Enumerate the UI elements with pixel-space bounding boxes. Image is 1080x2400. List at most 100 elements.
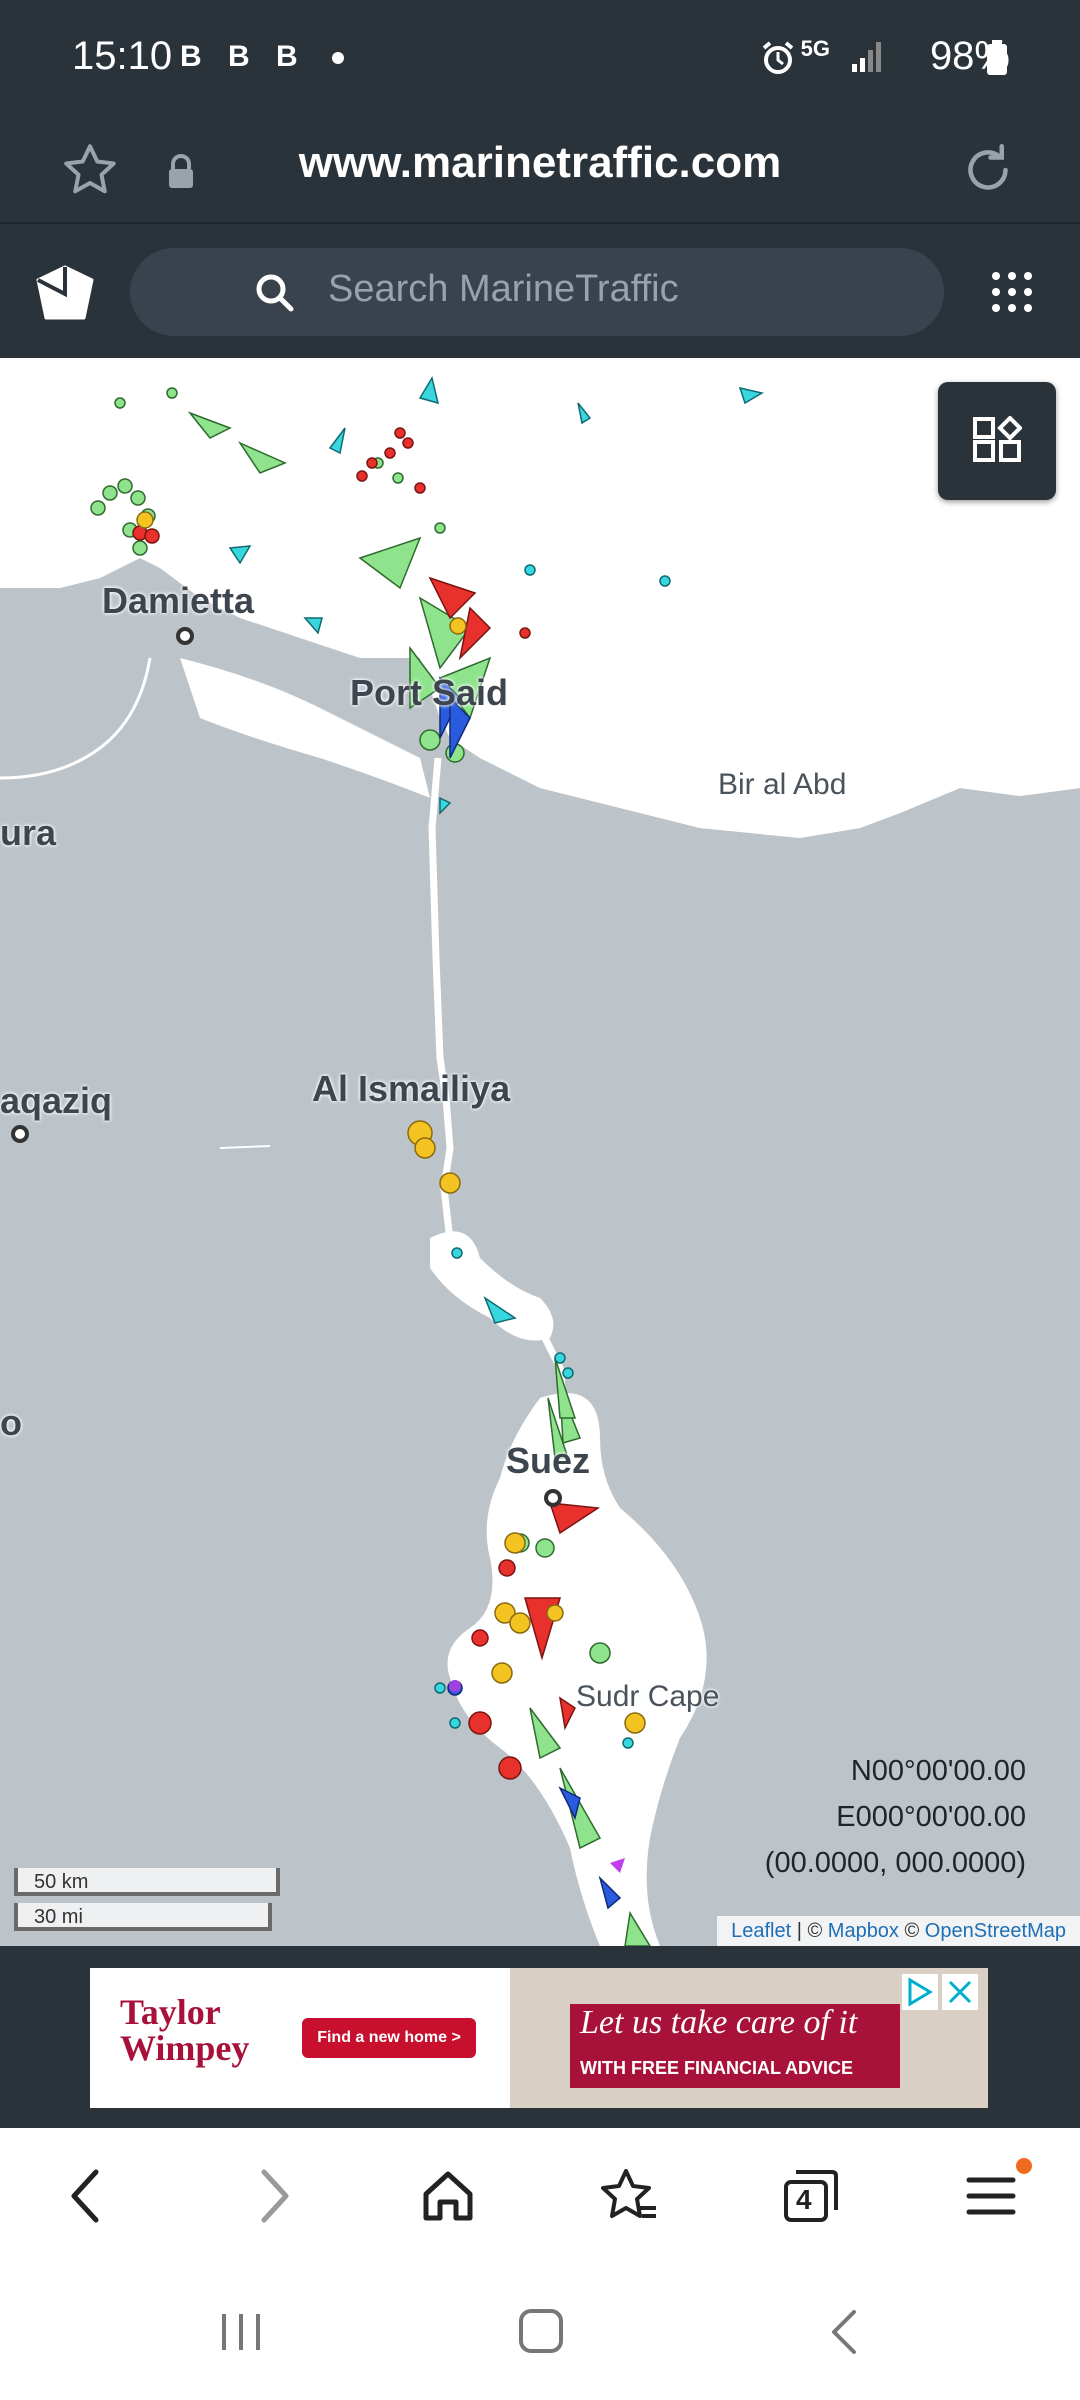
vessel-marker: [414, 482, 426, 494]
apps-grid-icon[interactable]: [990, 270, 1034, 314]
place-label-sudr-cape: Sudr Cape: [576, 1680, 720, 1713]
search-input[interactable]: Search MarineTraffic: [328, 268, 679, 311]
marinetraffic-logo[interactable]: [34, 264, 96, 322]
anchor-marker: [546, 1604, 564, 1622]
decimal-coords: (00.0000, 000.0000): [764, 1847, 1026, 1879]
vessel-marker: [117, 478, 133, 494]
city-dot-damietta: [176, 627, 194, 645]
ad-headline: Let us take care of it: [580, 2004, 858, 2041]
vessel-marker: [449, 1717, 461, 1729]
back-icon[interactable]: [66, 2166, 106, 2226]
system-navigation-bar: [0, 2264, 1080, 2400]
vessel-marker: [356, 470, 368, 482]
vessel-marker: [498, 1756, 522, 1780]
vessel-marker: [102, 485, 118, 501]
vessel-marker: [468, 1711, 492, 1735]
recents-icon[interactable]: [218, 2310, 264, 2354]
url-text[interactable]: www.marinetraffic.com: [0, 138, 1080, 188]
battery-icon: [987, 40, 1007, 75]
network-type: 5G: [800, 36, 830, 61]
latitude: N00°00'00.00: [850, 1755, 1026, 1787]
coordinates-readout: N00°00'00.00 E000°00'00.00 (00.0000, 000…: [765, 1748, 1026, 1886]
adchoices-icon[interactable]: [902, 1974, 938, 2010]
vessel-marker: [434, 1682, 446, 1694]
close-ad-icon[interactable]: [942, 1974, 978, 2010]
city-dot-zagazig: [11, 1125, 29, 1143]
vessel-marker: [451, 1247, 463, 1259]
great-bitter-lake: [430, 1231, 554, 1341]
vessel-marker: [589, 1642, 611, 1664]
ad-cta-button[interactable]: Find a new home >: [302, 2018, 476, 2058]
browser-url-bar: www.marinetraffic.com: [0, 118, 1080, 222]
bookmarks-icon[interactable]: [600, 2166, 660, 2226]
place-label-bir-al-abd: Bir al Abd: [718, 768, 847, 801]
vessel-marker: [659, 575, 671, 587]
anchor-marker: [439, 1172, 461, 1194]
search-box[interactable]: Search MarineTraffic: [130, 248, 944, 336]
status-time: 15:10: [72, 34, 173, 78]
map-view[interactable]: Damietta Port Said Bir al Abd ura Al Ism…: [0, 358, 1080, 1946]
status-bar: 15:10 B B B 5G 98%: [0, 0, 1080, 118]
anchor-marker: [136, 511, 154, 529]
menu-icon[interactable]: [966, 2174, 1016, 2218]
marinetraffic-header: Search MarineTraffic: [0, 222, 1080, 360]
vessel-marker: [166, 387, 178, 399]
home-button-icon[interactable]: [518, 2308, 564, 2354]
vessel-marker: [434, 522, 446, 534]
ad-container: Taylor Wimpey Find a new home > Let us t…: [0, 1946, 1080, 2128]
signal-icon: [852, 42, 881, 72]
notification-b-icon: B: [276, 40, 298, 73]
map-layers-button[interactable]: [938, 382, 1056, 500]
menu-notification-dot: [1016, 2158, 1032, 2174]
vessel-marker: [392, 472, 404, 484]
place-label-suez: Suez: [506, 1440, 591, 1481]
vessel-marker: [535, 1538, 555, 1558]
reload-icon[interactable]: [958, 140, 1018, 200]
attribution-sep: ©: [898, 1920, 925, 1942]
place-label-mansoura: ura: [0, 812, 57, 853]
anchor-marker: [504, 1532, 526, 1554]
anchor-marker: [491, 1662, 513, 1684]
map-attribution: Leaflet | © Mapbox © OpenStreetMap: [717, 1916, 1080, 1946]
leaflet-link[interactable]: Leaflet: [731, 1920, 791, 1942]
ad-brand-line2: Wimpey: [120, 2028, 250, 2068]
scale-metric: 50 km: [14, 1868, 280, 1896]
place-label-damietta: Damietta: [102, 580, 255, 621]
layers-icon: [973, 416, 1022, 462]
ad-subline: WITH FREE FINANCIAL ADVICE: [580, 2058, 853, 2078]
scale-imperial: 30 mi: [14, 1903, 272, 1931]
tabs-button[interactable]: 4: [780, 2168, 840, 2224]
tabs-count: 4: [796, 2184, 812, 2215]
vessel-marker: [524, 564, 536, 576]
place-label-cairo: o: [0, 1402, 22, 1443]
attribution-sep: | ©: [791, 1920, 828, 1942]
back-button-icon[interactable]: [826, 2308, 862, 2356]
ad-banner[interactable]: Taylor Wimpey Find a new home > Let us t…: [90, 1968, 988, 2108]
notification-b-icon: B: [180, 40, 202, 73]
alarm-icon: [762, 41, 794, 74]
vessel-marker: [144, 528, 160, 544]
vessel-marker: [394, 427, 406, 439]
anchor-marker: [624, 1712, 646, 1734]
forward-icon[interactable]: [254, 2166, 294, 2226]
city-dot-suez: [544, 1489, 562, 1507]
anchor-marker: [414, 1137, 436, 1159]
ad-brand-line1: Taylor: [120, 1992, 221, 2032]
search-icon[interactable]: [254, 272, 294, 312]
vessel-marker: [471, 1629, 489, 1647]
place-label-zagazig: aqaziq: [0, 1080, 113, 1121]
mapbox-link[interactable]: Mapbox: [828, 1920, 899, 1942]
osm-link[interactable]: OpenStreetMap: [925, 1920, 1066, 1942]
vessel-marker: [130, 490, 146, 506]
irrigation-canal: [219, 1145, 271, 1149]
home-icon[interactable]: [420, 2168, 476, 2224]
vessel-marker: [554, 1352, 566, 1364]
nile-branch: [0, 657, 152, 780]
vessel-marker: [402, 437, 414, 449]
longitude: E000°00'00.00: [836, 1801, 1026, 1833]
vessel-marker: [366, 457, 378, 469]
vessel-marker: [519, 627, 531, 639]
place-label-al-ismailiya: Al Ismailiya: [312, 1068, 511, 1109]
vessel-marker: [132, 540, 148, 556]
vessel-marker: [384, 447, 396, 459]
